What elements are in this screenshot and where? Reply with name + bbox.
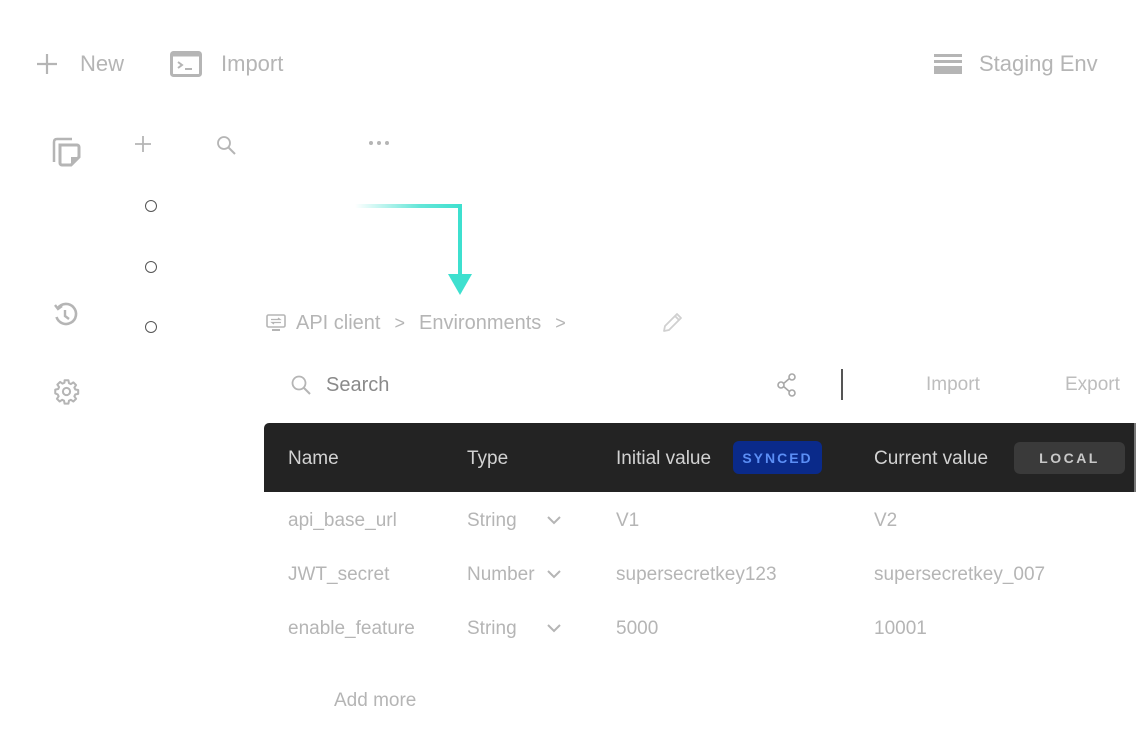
chevron-down-icon[interactable]: [546, 568, 562, 580]
variable-name[interactable]: JWT_secret: [288, 548, 389, 602]
add-more-button[interactable]: Add more: [334, 690, 416, 712]
column-header-current-value: Current value: [874, 448, 989, 469]
toolbar-divider: [841, 369, 843, 400]
search-icon: [291, 375, 311, 395]
environment-selector[interactable]: Staging Env: [934, 48, 1098, 80]
table-header: Name Type Initial value SYNCED Current v…: [264, 423, 1136, 492]
breadcrumb: API client > Environments >: [266, 308, 580, 338]
current-value[interactable]: 10001: [874, 602, 927, 656]
breadcrumb-separator: >: [394, 312, 405, 333]
chevron-down-icon[interactable]: [546, 622, 562, 634]
api-client-icon: [266, 314, 286, 331]
variable-name[interactable]: enable_feature: [288, 602, 415, 656]
table-row: enable_feature String 5000 10001: [264, 602, 1136, 656]
plus-icon: [37, 54, 57, 74]
terminal-icon: [170, 51, 202, 77]
add-collection-icon[interactable]: [134, 135, 152, 153]
radio-option[interactable]: [145, 261, 157, 273]
import-top-button[interactable]: Import: [170, 48, 283, 80]
environment-label: Staging Env: [979, 51, 1098, 76]
radio-option[interactable]: [145, 321, 157, 333]
table-row: api_base_url String V1 V2: [264, 494, 1136, 548]
chevron-down-icon[interactable]: [546, 514, 562, 526]
search-bar: [290, 370, 626, 400]
breadcrumb-item-api-client[interactable]: API client: [296, 312, 380, 335]
import-button[interactable]: Import: [926, 374, 980, 396]
pencil-icon[interactable]: [660, 311, 684, 335]
breadcrumb-separator: >: [555, 312, 566, 333]
initial-value[interactable]: 5000: [616, 602, 658, 656]
column-header-name: Name: [288, 448, 339, 469]
search-icon[interactable]: [216, 135, 236, 155]
type-select[interactable]: String: [467, 494, 517, 548]
local-badge: LOCAL: [1014, 442, 1125, 474]
current-value[interactable]: V2: [874, 494, 897, 548]
breadcrumb-item-environments[interactable]: Environments: [419, 312, 541, 335]
type-select[interactable]: Number: [467, 548, 535, 602]
more-icon[interactable]: [368, 136, 390, 150]
type-select[interactable]: String: [467, 602, 517, 656]
share-icon[interactable]: [776, 373, 798, 397]
variable-name[interactable]: api_base_url: [288, 494, 397, 548]
menu-stack-icon: [934, 54, 962, 74]
initial-value[interactable]: supersecretkey123: [616, 548, 777, 602]
initial-value[interactable]: V1: [616, 494, 639, 548]
table-row: JWT_secret Number supersecretkey123 supe…: [264, 548, 1136, 602]
history-icon[interactable]: [53, 302, 79, 328]
synced-badge: SYNCED: [733, 441, 822, 474]
search-input[interactable]: [326, 373, 626, 397]
current-value[interactable]: supersecretkey_007: [874, 548, 1045, 602]
import-top-label: Import: [221, 51, 284, 76]
settings-icon[interactable]: [53, 378, 80, 405]
radio-option[interactable]: [145, 200, 157, 212]
collections-icon[interactable]: [50, 136, 82, 168]
pointer-arrow-icon: [355, 204, 472, 295]
export-button[interactable]: Export: [1065, 374, 1120, 396]
column-header-type: Type: [467, 448, 509, 469]
new-button-label: New: [80, 51, 125, 76]
new-button[interactable]: New: [36, 48, 124, 80]
column-header-initial-value: Initial value: [616, 448, 712, 469]
